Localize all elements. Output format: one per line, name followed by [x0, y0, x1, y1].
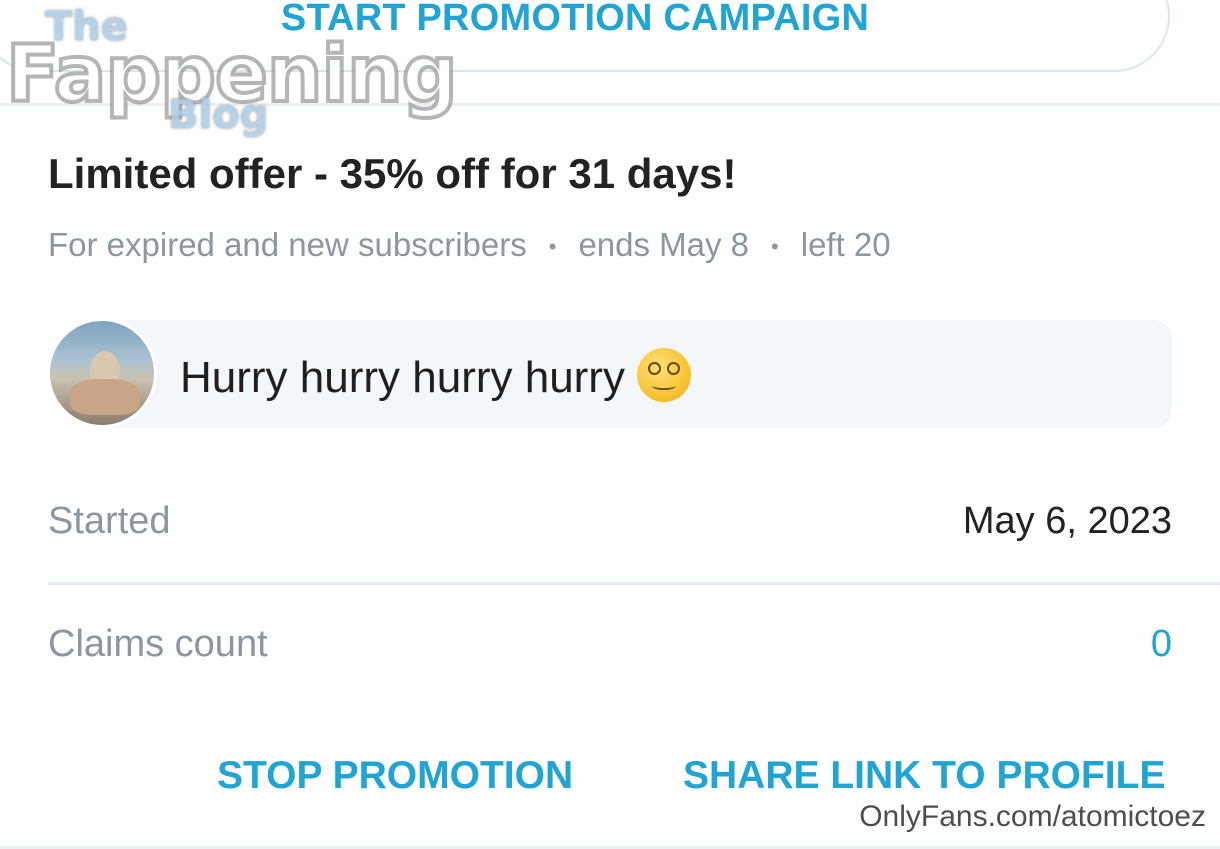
claims-count-value[interactable]: 0 — [1151, 623, 1172, 666]
stop-promotion-button[interactable]: STOP PROMOTION — [217, 754, 573, 798]
offer-audience: For expired and new subscribers — [48, 226, 527, 263]
claims-count-label: Claims count — [48, 623, 268, 665]
start-promotion-campaign-button[interactable]: START PROMOTION CAMPAIGN — [0, 0, 1170, 72]
separator-dot-icon: • — [771, 234, 779, 260]
promotion-message-text: Hurry hurry hurry hurry — [180, 353, 625, 402]
start-promotion-campaign-label: START PROMOTION CAMPAIGN — [280, 0, 870, 39]
started-value: May 6, 2023 — [962, 500, 1172, 542]
started-label: Started — [48, 500, 171, 542]
avatar[interactable] — [47, 318, 157, 428]
avatar-photo-figure — [70, 379, 140, 415]
offer-title: Limited offer - 35% off for 31 days! — [48, 150, 737, 197]
offer-end-date: ends May 8 — [578, 226, 750, 263]
source-watermark: OnlyFans.com/atomictoez — [859, 800, 1206, 833]
offer-remaining: left 20 — [800, 226, 891, 263]
dizzy-face-emoji-icon — [636, 348, 691, 402]
promotion-message: Hurry hurry hurry hurry — [180, 348, 691, 403]
top-divider — [0, 103, 1220, 106]
separator-dot-icon: • — [548, 234, 557, 260]
offer-meta: For expired and new subscribers • ends May… — [48, 226, 891, 264]
watermark-line-3: Blog — [168, 92, 269, 138]
details-divider — [48, 582, 1220, 585]
share-link-to-profile-button[interactable]: SHARE LINK TO PROFILE — [683, 754, 1165, 798]
